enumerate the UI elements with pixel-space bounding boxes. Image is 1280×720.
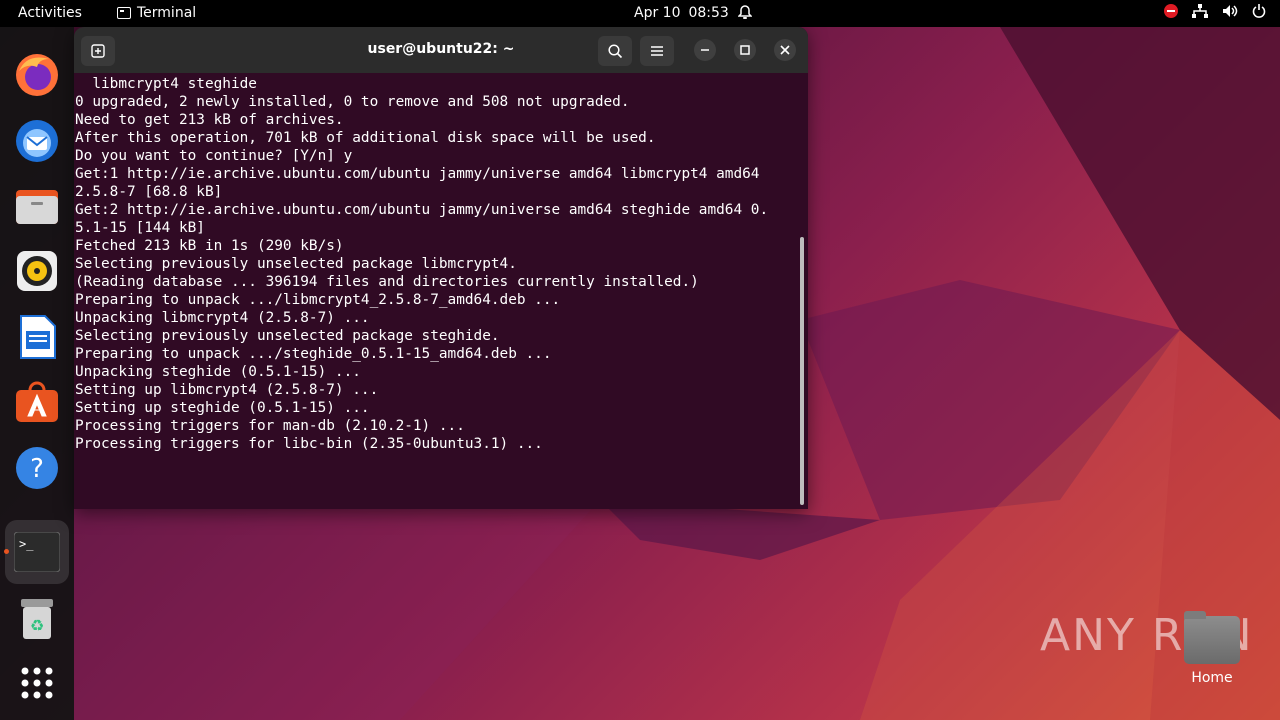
files-icon[interactable] [13, 182, 61, 230]
ubuntu-software-icon[interactable] [13, 378, 61, 426]
hamburger-menu-icon [651, 46, 663, 56]
terminal-line: Processing triggers for man-db (2.10.2-1… [75, 418, 465, 434]
terminal-dock-item[interactable]: >_ [5, 520, 69, 584]
terminal-scrollbar[interactable] [800, 237, 804, 505]
system-tray[interactable] [1164, 4, 1266, 18]
terminal-dock-icon: >_ [14, 532, 60, 572]
power-icon[interactable] [1252, 4, 1266, 18]
notification-bell-icon[interactable] [737, 5, 753, 24]
terminal-line: 2.5.8-7 [68.8 kB] [75, 184, 223, 200]
terminal-line: libmcrypt4 steghide [75, 76, 257, 92]
home-folder-icon [1184, 611, 1240, 664]
terminal-line: Get:2 http://ie.archive.ubuntu.com/ubunt… [75, 202, 769, 218]
terminal-line: Need to get 213 kB of archives. [75, 112, 344, 128]
clock[interactable]: Apr 10 08:53 [634, 5, 729, 21]
terminal-output[interactable]: libmcrypt4 steghide 0 upgraded, 2 newly i… [75, 75, 795, 453]
firefox-icon[interactable] [13, 51, 61, 99]
terminal-line: Unpacking libmcrypt4 (2.5.8-7) ... [75, 310, 370, 326]
terminal-line: Preparing to unpack .../steghide_0.5.1-1… [75, 346, 552, 362]
terminal-line: Selecting previously unselected package … [75, 328, 500, 344]
thunderbird-icon[interactable] [13, 117, 61, 165]
maximize-icon [740, 45, 750, 55]
minimize-icon [701, 49, 709, 51]
svg-text:♻: ♻ [30, 616, 44, 635]
terminal-icon [117, 7, 131, 19]
clock-time: 08:53 [688, 5, 729, 21]
terminal-line: (Reading database ... 396194 files and d… [75, 274, 699, 290]
app-menu[interactable]: Terminal [117, 5, 196, 21]
terminal-line: Do you want to continue? [Y/n] y [75, 148, 353, 164]
terminal-line: Fetched 213 kB in 1s (290 kB/s) [75, 238, 344, 254]
rhythmbox-icon[interactable] [13, 247, 61, 295]
volume-icon[interactable] [1222, 4, 1238, 18]
terminal-window[interactable]: user@ubuntu22: ~ libmcrypt4 steghide 0 up… [74, 27, 808, 509]
minimize-button[interactable] [694, 39, 716, 61]
close-icon [780, 45, 790, 55]
top-bar: Activities Terminal Apr 10 08:53 [0, 0, 1280, 27]
running-indicator [4, 549, 9, 554]
terminal-line: After this operation, 701 kB of addition… [75, 130, 656, 146]
search-button[interactable] [598, 36, 632, 66]
home-folder-desktop-icon[interactable]: Home [1180, 611, 1244, 686]
terminal-line: Setting up libmcrypt4 (2.5.8-7) ... [75, 382, 379, 398]
svg-text:>_: >_ [19, 537, 34, 551]
menu-button[interactable] [640, 36, 674, 66]
window-titlebar[interactable]: user@ubuntu22: ~ [74, 27, 808, 73]
terminal-line: 0 upgraded, 2 newly installed, 0 to remo… [75, 94, 630, 110]
dock: ? >_ ♻ [0, 27, 74, 720]
trash-icon[interactable]: ♻ [13, 595, 61, 643]
terminal-line: 5.1-15 [144 kB] [75, 220, 205, 236]
terminal-line: Get:1 http://ie.archive.ubuntu.com/ubunt… [75, 166, 760, 182]
libreoffice-writer-icon[interactable] [13, 313, 61, 361]
app-menu-label: Terminal [137, 5, 197, 21]
search-icon [608, 44, 623, 59]
maximize-button[interactable] [734, 39, 756, 61]
terminal-line: Setting up steghide (0.5.1-15) ... [75, 400, 370, 416]
help-icon[interactable]: ? [13, 444, 61, 492]
terminal-line: Preparing to unpack .../libmcrypt4_2.5.8… [75, 292, 561, 308]
close-button[interactable] [774, 39, 796, 61]
terminal-line: Processing triggers for libc-bin (2.35-0… [75, 436, 543, 452]
clock-date: Apr 10 [634, 5, 681, 21]
home-label: Home [1191, 670, 1233, 686]
network-icon[interactable] [1192, 4, 1208, 18]
show-applications-icon[interactable] [13, 659, 61, 707]
terminal-line: Selecting previously unselected package … [75, 256, 517, 272]
terminal-line: Unpacking steghide (0.5.1-15) ... [75, 364, 361, 380]
recording-indicator-icon[interactable] [1164, 4, 1178, 18]
svg-text:?: ? [30, 454, 44, 484]
activities-button[interactable]: Activities [18, 5, 82, 21]
